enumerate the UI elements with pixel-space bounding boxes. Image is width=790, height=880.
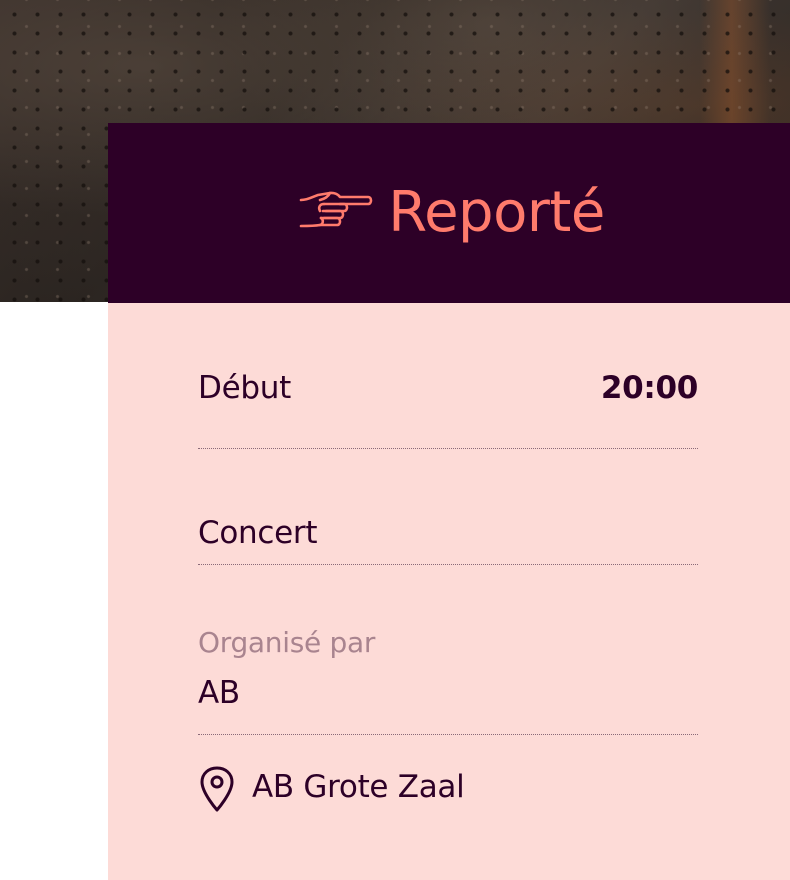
start-time-label: Début <box>198 370 291 406</box>
pointing-hand-icon <box>299 191 373 228</box>
event-page: Reporté Début 20:00 Concert Organisé par… <box>0 0 790 880</box>
map-pin-icon <box>200 766 234 812</box>
organizer-row: Organisé par AB <box>198 565 698 735</box>
event-type-label: Concert <box>198 515 318 551</box>
event-details: Début 20:00 Concert Organisé par AB AB G… <box>198 303 698 855</box>
start-time-value: 20:00 <box>600 370 698 406</box>
event-info-card: Reporté Début 20:00 Concert Organisé par… <box>108 123 790 880</box>
organizer-label: Organisé par <box>198 626 376 659</box>
event-type-row: Concert <box>198 449 698 565</box>
status-label: Reporté <box>388 180 605 245</box>
start-time-row: Début 20:00 <box>198 303 698 449</box>
location-row[interactable]: AB Grote Zaal <box>198 735 698 855</box>
status-banner: Reporté <box>108 123 790 303</box>
organizer-value: AB <box>198 675 240 711</box>
location-link[interactable]: AB Grote Zaal <box>252 765 465 805</box>
